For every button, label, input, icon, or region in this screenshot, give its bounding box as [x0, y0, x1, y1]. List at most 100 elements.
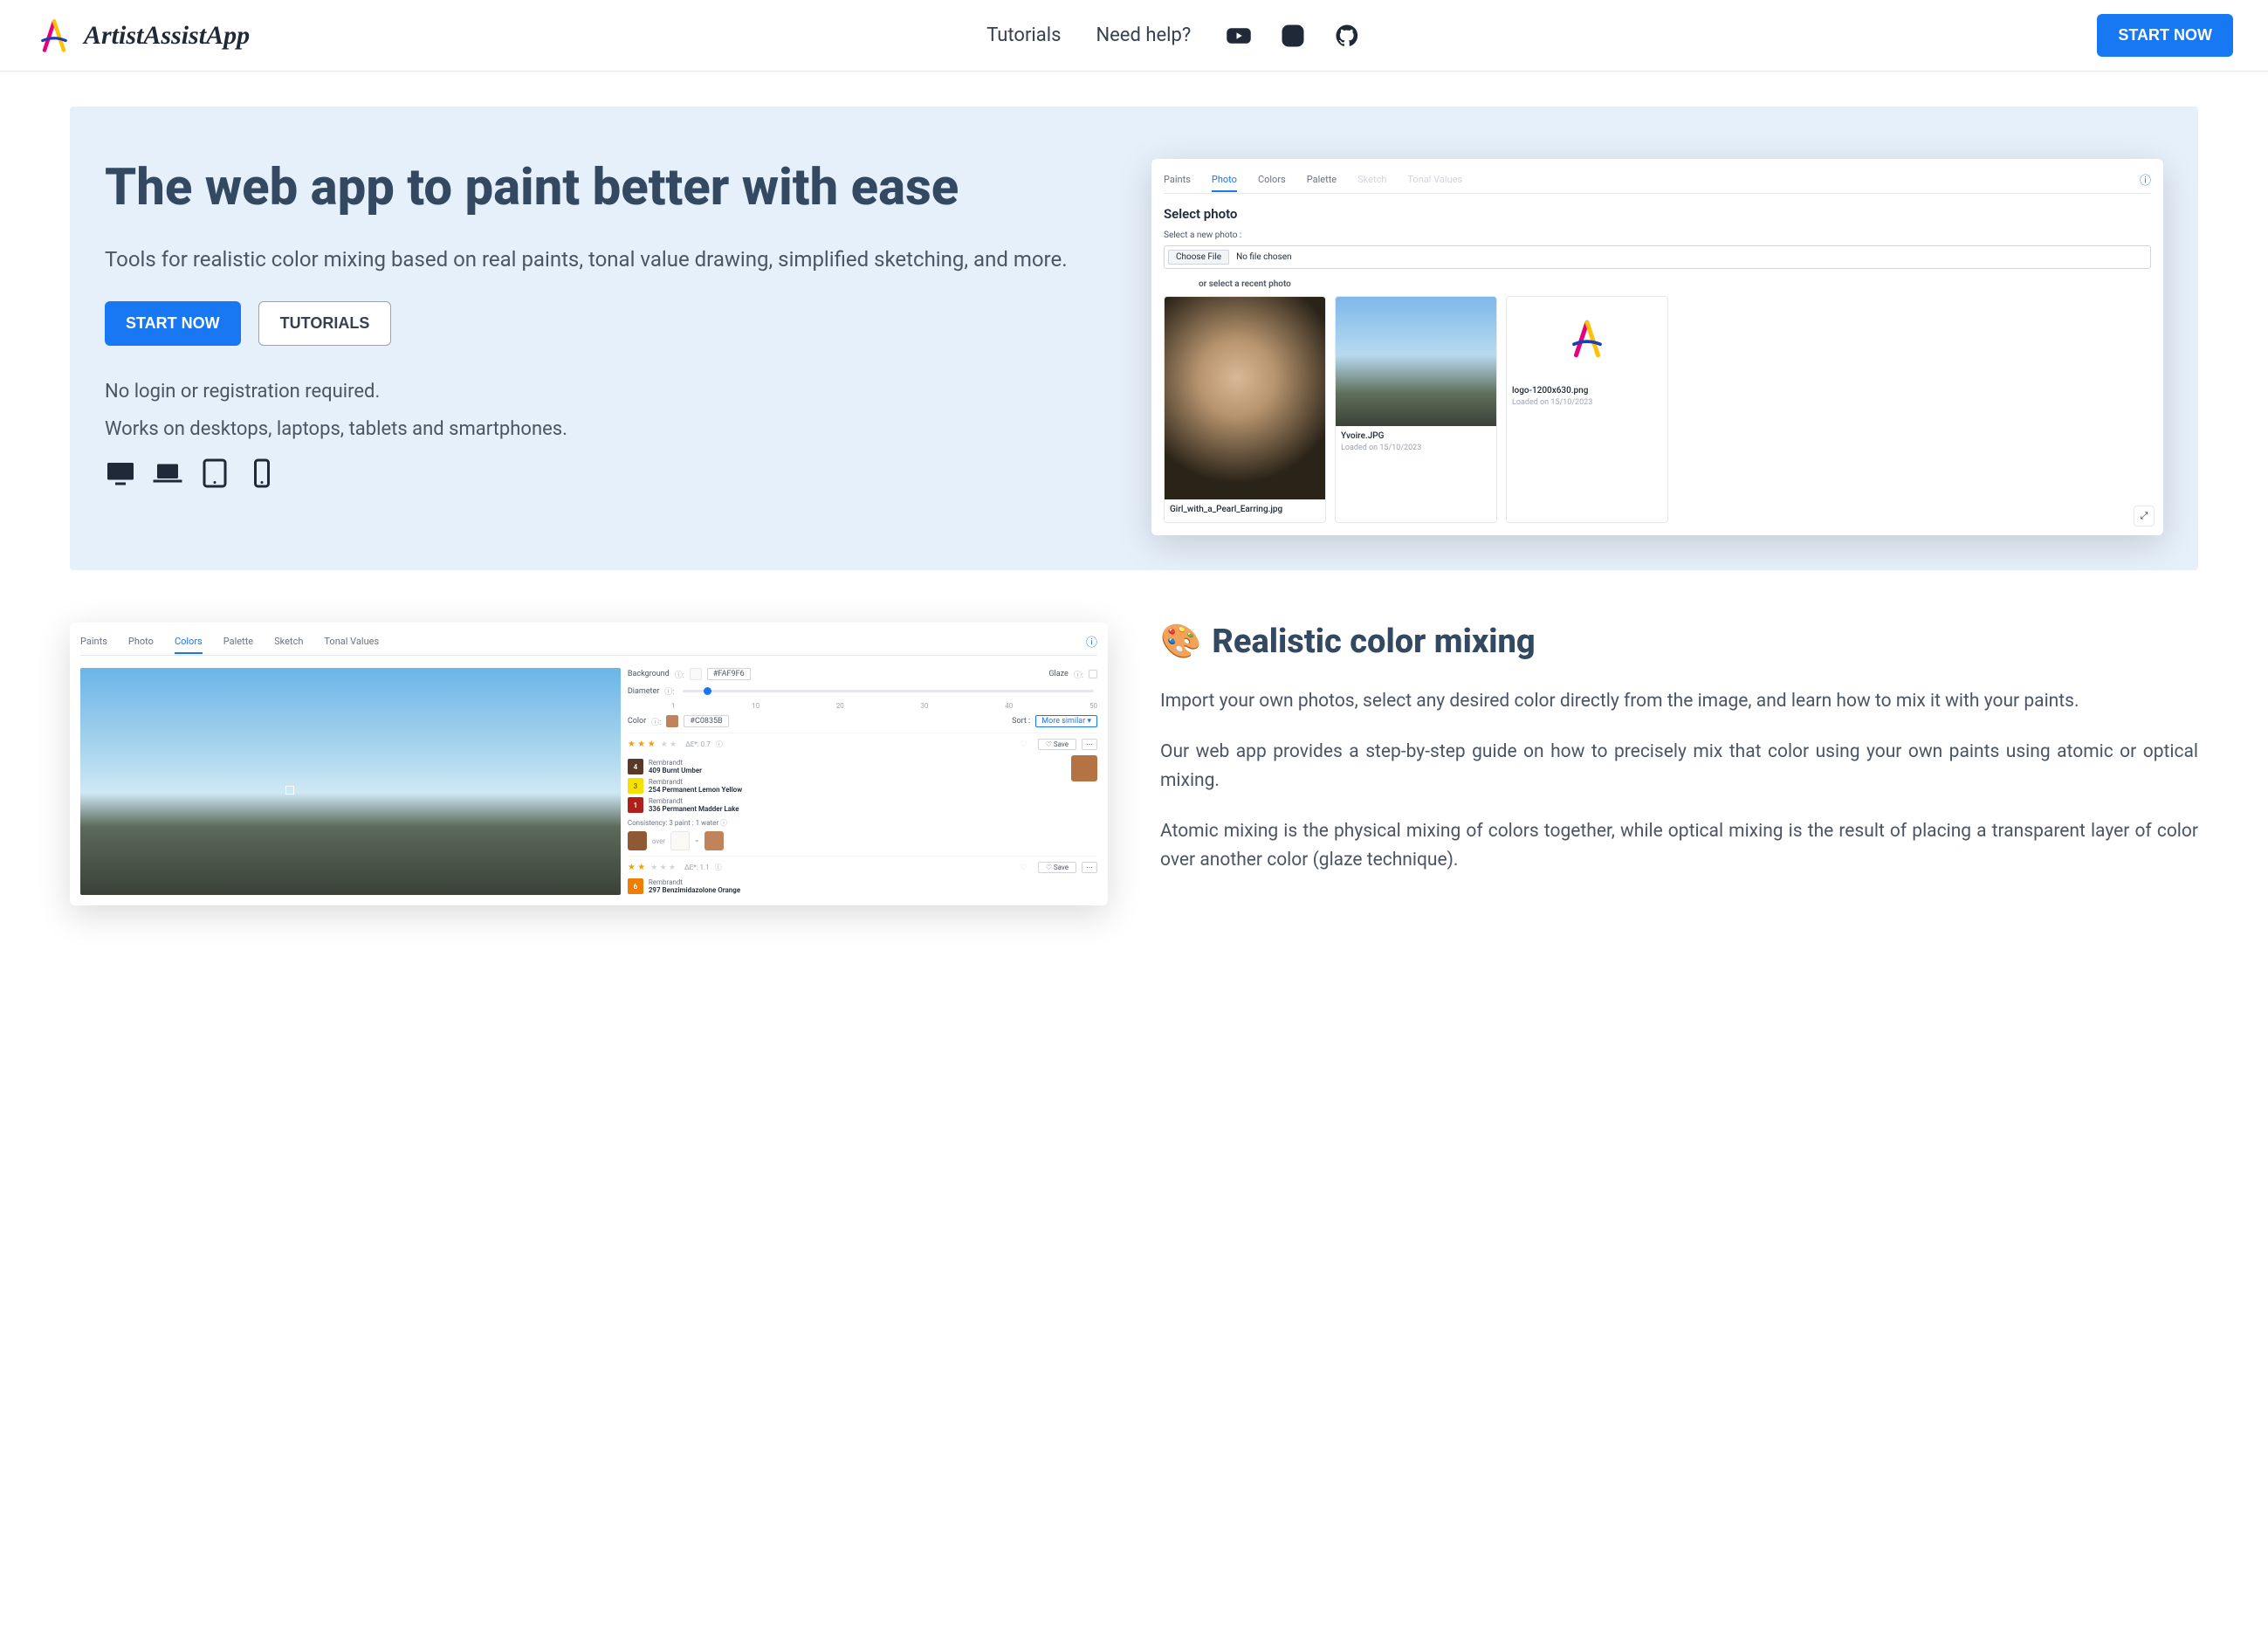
tab-palette[interactable]: Palette — [1307, 174, 1337, 185]
photo-card[interactable]: Yvoire.JPG Loaded on 15/10/2023 — [1335, 296, 1497, 523]
favorite-icon[interactable]: ♡ — [1021, 740, 1027, 749]
reference-image[interactable] — [80, 668, 621, 895]
hero-tutorials-button[interactable]: TUTORIALS — [258, 301, 392, 346]
app-tabs: Paints Photo Colors Palette Sketch Tonal… — [1164, 171, 2151, 194]
screenshot-photo-tab: Paints Photo Colors Palette Sketch Tonal… — [1151, 159, 2163, 535]
new-photo-label: Select a new photo : — [1164, 231, 2151, 240]
paint-row: 4 Rembrandt409 Burnt Umber — [628, 759, 1064, 774]
result-swatch — [1071, 755, 1097, 781]
colors-panel: Background ⓘ: #FAF9F6 Glaze ⓘ: Diameter … — [628, 668, 1097, 895]
section-paragraph: Our web app provides a step-by-step guid… — [1160, 738, 2198, 796]
diameter-label: Diameter — [628, 687, 659, 696]
select-photo-title: Select photo — [1164, 206, 2151, 222]
paint-row: 1 Rembrandt336 Permanent Madder Lake — [628, 797, 1064, 813]
color-label: Color — [628, 717, 646, 726]
expand-icon[interactable]: ⤢ — [2134, 506, 2155, 526]
recent-label: or select a recent photo — [1199, 279, 2151, 289]
tab-paints[interactable]: Paints — [80, 636, 107, 647]
color-mixing-section: Paints Photo Colors Palette Sketch Tonal… — [70, 623, 2198, 905]
stars-icon: ★ ★ — [628, 863, 645, 872]
nav-help[interactable]: Need help? — [1096, 24, 1191, 46]
photo-name: Girl_with_a_Pearl_Earring.jpg — [1170, 505, 1320, 514]
mix-swatch — [704, 831, 724, 850]
section-paragraph: Atomic mixing is the physical mixing of … — [1160, 817, 2198, 876]
hero-buttons: START NOW TUTORIALS — [105, 301, 1117, 346]
github-icon[interactable] — [1334, 23, 1360, 49]
glaze-checkbox[interactable] — [1089, 670, 1097, 678]
photo-thumb — [1336, 297, 1496, 426]
photo-date: Loaded on 15/10/2023 — [1341, 444, 1491, 452]
desktop-icon — [105, 458, 136, 489]
paint-row: 3 Rembrandt254 Permanent Lemon Yellow — [628, 778, 1064, 794]
more-button[interactable]: ⋯ — [1082, 862, 1097, 873]
info-icon[interactable]: ⓘ — [2140, 171, 2151, 188]
choose-file-button[interactable]: Choose File — [1168, 250, 1229, 265]
color-result: ★ ★ ★ ★ ★ ΔE*: 0.7 ⓘ ♡ ♡ Save ⋯ 4 Rembra… — [628, 733, 1097, 850]
color-result: ★ ★ ★ ★ ★ ΔE*: 1.1 ⓘ ♡ ♡ Save ⋯ 6 Rembra… — [628, 856, 1097, 894]
social-icons — [1226, 23, 1360, 49]
mix-swatch — [670, 831, 690, 850]
tab-sketch[interactable]: Sketch — [274, 636, 303, 647]
delta-e: ΔE*: 0.7 — [685, 740, 711, 748]
hero-subtitle: Tools for realistic color mixing based o… — [105, 244, 1117, 275]
hero-left: The web app to paint better with ease To… — [105, 159, 1117, 489]
target-color-hex[interactable]: #C0835B — [684, 715, 728, 727]
tab-colors[interactable]: Colors — [175, 636, 203, 654]
photo-card[interactable]: logo-1200x630.png Loaded on 15/10/2023 — [1506, 296, 1668, 523]
sort-select[interactable]: More similar ▾ — [1035, 715, 1097, 727]
nav-tutorials[interactable]: Tutorials — [986, 24, 1061, 46]
section2-left: Paints Photo Colors Palette Sketch Tonal… — [70, 623, 1108, 905]
diameter-ticks: 1 10 20 30 40 50 — [628, 702, 1097, 710]
laptop-icon — [152, 458, 183, 489]
photo-date: Loaded on 15/10/2023 — [1512, 398, 1662, 407]
diameter-slider[interactable] — [683, 690, 1094, 692]
section2-right: 🎨 Realistic color mixing Import your own… — [1160, 623, 2198, 897]
photo-name: logo-1200x630.png — [1512, 386, 1662, 396]
save-button[interactable]: ♡ Save — [1038, 862, 1076, 873]
palette-emoji-icon: 🎨 — [1160, 623, 1201, 661]
logo-area[interactable]: ArtistAssistApp — [35, 17, 250, 55]
start-now-button[interactable]: START NOW — [2097, 14, 2233, 57]
tab-sketch[interactable]: Sketch — [1357, 174, 1386, 185]
tablet-icon — [199, 458, 230, 489]
hero-start-button[interactable]: START NOW — [105, 301, 241, 346]
section-paragraph: Import your own photos, select any desir… — [1160, 687, 2198, 717]
tab-colors[interactable]: Colors — [1258, 174, 1286, 185]
paint-swatch: 6 — [628, 878, 643, 894]
app-name: ArtistAssistApp — [84, 21, 250, 51]
stars-icon: ★ ★ ★ — [628, 740, 656, 749]
glaze-label: Glaze — [1048, 670, 1068, 678]
tab-photo[interactable]: Photo — [1212, 174, 1237, 192]
tab-tonal-values[interactable]: Tonal Values — [1407, 174, 1462, 185]
tab-photo[interactable]: Photo — [128, 636, 154, 647]
paint-swatch: 4 — [628, 759, 643, 774]
info-icon[interactable]: ⓘ — [1086, 633, 1097, 650]
background-swatch[interactable] — [690, 668, 702, 680]
section-title: 🎨 Realistic color mixing — [1160, 623, 2198, 661]
tab-palette[interactable]: Palette — [223, 636, 253, 647]
consistency-label: Consistency: 3 paint : 1 water ⓘ — [628, 818, 1097, 828]
paint-swatch: 3 — [628, 778, 643, 794]
photo-thumb — [1165, 297, 1325, 499]
youtube-icon[interactable] — [1226, 23, 1252, 49]
favorite-icon[interactable]: ♡ — [1021, 864, 1027, 872]
more-button[interactable]: ⋯ — [1082, 739, 1097, 750]
photo-card[interactable]: Girl_with_a_Pearl_Earring.jpg — [1164, 296, 1326, 523]
mix-swatches: over = — [628, 831, 1097, 850]
tab-tonal-values[interactable]: Tonal Values — [324, 636, 379, 647]
instagram-icon[interactable] — [1280, 23, 1306, 49]
hero-title: The web app to paint better with ease — [105, 159, 1117, 217]
paint-row: 6 Rembrandt297 Benzimidazolone Orange — [628, 878, 1097, 894]
tab-paints[interactable]: Paints — [1164, 174, 1191, 185]
paint-swatch: 1 — [628, 797, 643, 813]
sort-label: Sort : — [1012, 717, 1030, 726]
nav-center: Tutorials Need help? — [986, 23, 1360, 49]
background-label: Background — [628, 670, 670, 678]
background-hex[interactable]: #FAF9F6 — [707, 668, 751, 680]
save-button[interactable]: ♡ Save — [1038, 739, 1076, 750]
crosshair-icon — [285, 786, 294, 795]
logo-icon — [35, 17, 73, 55]
device-icons — [105, 458, 1117, 489]
file-input[interactable]: Choose File No file chosen — [1164, 245, 2151, 269]
target-color-swatch[interactable] — [666, 715, 678, 727]
